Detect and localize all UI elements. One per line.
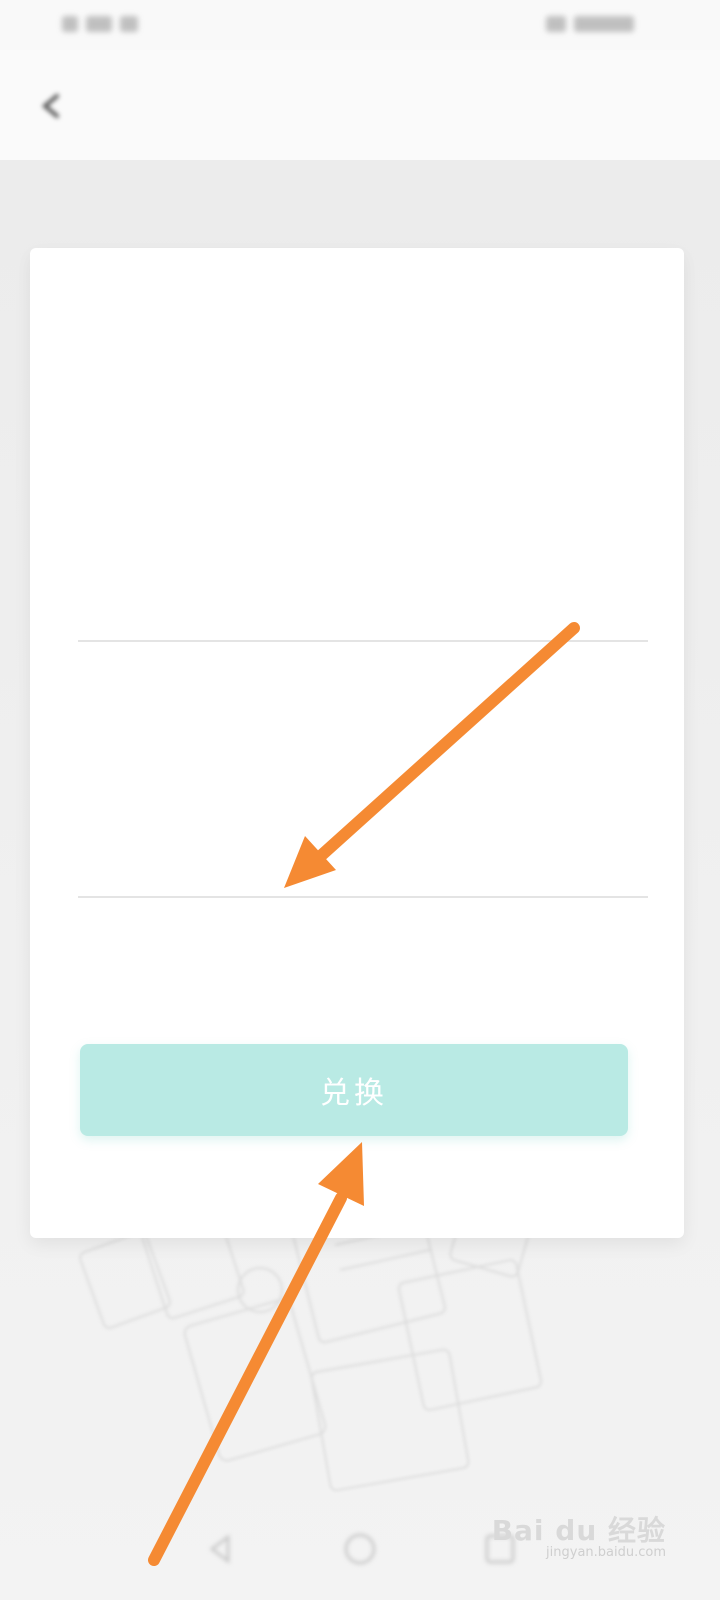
redeem-code-input[interactable] [78,808,648,898]
nav-back-icon[interactable] [202,1531,238,1567]
title-bar [0,50,720,160]
network-icon [86,16,112,32]
indicator-icon [574,16,634,32]
status-right [546,12,642,36]
redeem-card: 兑换 [30,248,684,1238]
baidu-watermark: Bai du 经验 jingyan.baidu.com [492,1509,666,1560]
signal-icon [62,16,78,32]
nav-home-icon[interactable] [342,1531,378,1567]
account-divider [78,640,648,642]
status-bar [0,0,720,50]
wifi-icon [120,16,138,32]
battery-icon [546,16,566,32]
back-button[interactable] [30,84,74,128]
code-divider [78,896,648,898]
watermark-brand: Bai du 经验 [491,1514,666,1547]
back-arrow-icon [41,94,59,118]
redeem-button[interactable]: 兑换 [80,1044,628,1136]
status-left [62,12,146,36]
